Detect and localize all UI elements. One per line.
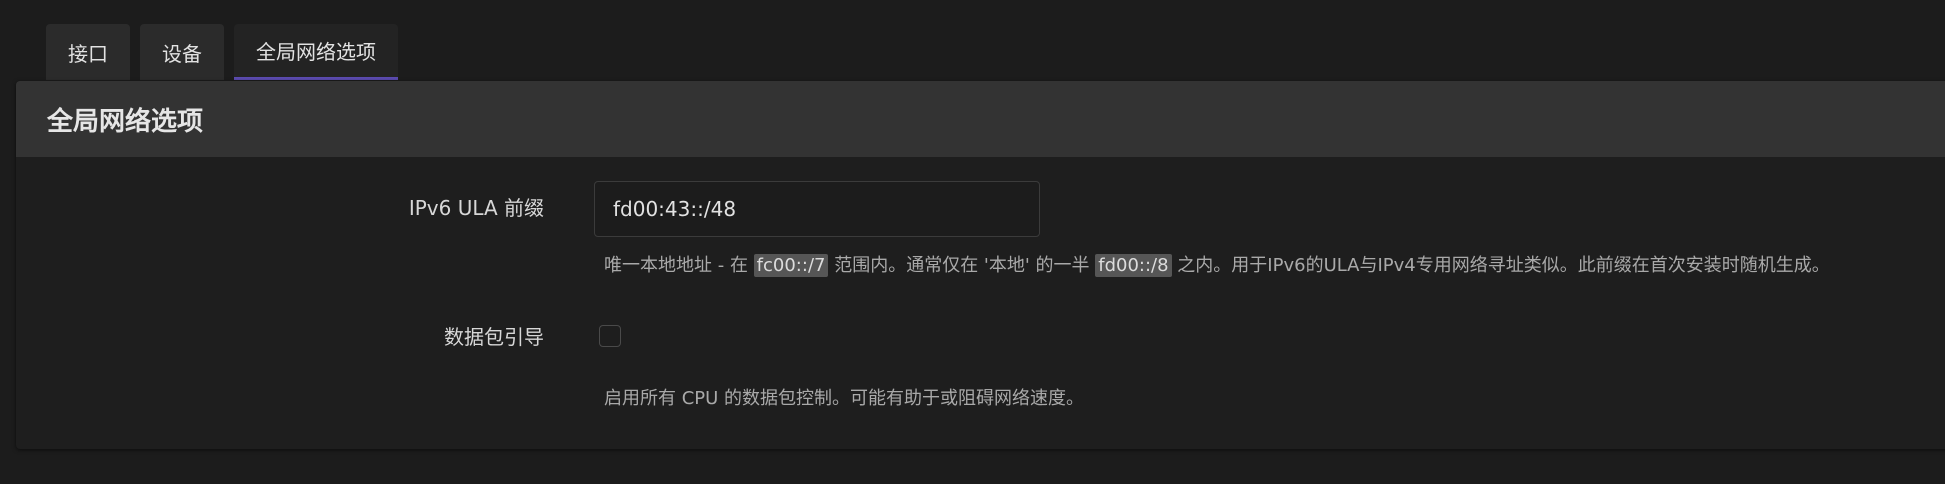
tab-bar: 接口 设备 全局网络选项 bbox=[46, 24, 398, 80]
global-options-panel: 全局网络选项 IPv6 ULA 前缀 唯一本地地址 - 在 fc00::/7 范… bbox=[16, 81, 1945, 449]
packet-steering-description: 启用所有 CPU 的数据包控制。可能有助于或阻碍网络速度。 bbox=[604, 388, 1085, 409]
ula-desc-text-2: 范围内。通常仅在 '本地' 的一半 bbox=[828, 255, 1096, 276]
ula-desc-text-1: 唯一本地地址 - 在 bbox=[604, 255, 754, 276]
ula-prefix-description: 唯一本地地址 - 在 fc00::/7 范围内。通常仅在 '本地' 的一半 fd… bbox=[604, 251, 1830, 277]
tab-devices[interactable]: 设备 bbox=[140, 24, 224, 80]
packet-steering-checkbox[interactable] bbox=[599, 325, 621, 347]
ula-code-fd00: fd00::/8 bbox=[1095, 254, 1172, 277]
ula-code-fc00: fc00::/7 bbox=[753, 254, 829, 277]
ula-desc-text-3: 之内。用于IPv6的ULA与IPv4专用网络寻址类似。此前缀在首次安装时随机生成… bbox=[1171, 255, 1830, 276]
tab-interfaces[interactable]: 接口 bbox=[46, 24, 130, 80]
ula-prefix-label: IPv6 ULA 前缀 bbox=[408, 196, 544, 220]
panel-title: 全局网络选项 bbox=[16, 81, 1945, 157]
ula-prefix-input[interactable] bbox=[594, 181, 1040, 237]
packet-steering-label: 数据包引导 bbox=[444, 325, 544, 349]
tab-global-network-options[interactable]: 全局网络选项 bbox=[234, 24, 398, 80]
